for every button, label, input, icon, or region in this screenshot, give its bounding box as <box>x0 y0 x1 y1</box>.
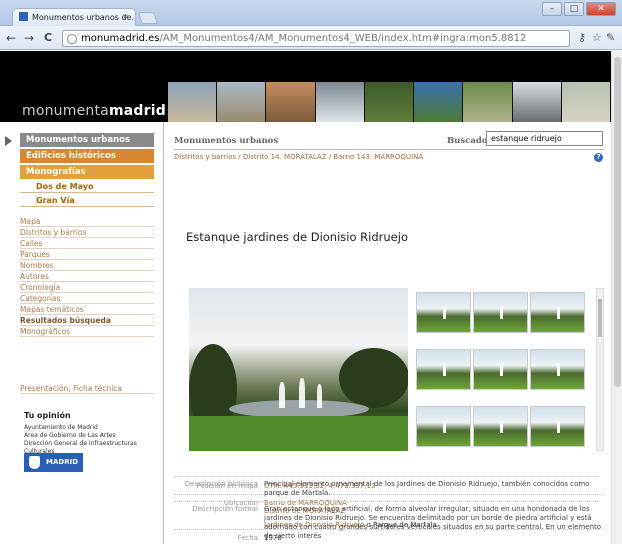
star-icon[interactable]: ☆ <box>592 31 602 44</box>
thumbnail[interactable] <box>530 349 585 390</box>
menu-link-nombres[interactable]: Nombres <box>20 261 154 271</box>
menu-link-cronologia[interactable]: Cronología <box>20 283 154 293</box>
key-icon[interactable]: ⚷ <box>578 31 586 44</box>
header-photo <box>561 82 611 122</box>
madrid-badge-label: MADRID <box>46 458 78 466</box>
thumbnail[interactable] <box>416 292 471 333</box>
section-title: Monumentos urbanos <box>174 136 279 146</box>
formal-value: Gran estanque o lago artificial, de form… <box>264 505 601 540</box>
globe-icon <box>67 34 77 44</box>
browser-toolbar: ← → C monumadrid.es/AM_Monumentos4/AM_Mo… <box>0 26 622 50</box>
logo-light: monumenta <box>22 103 109 119</box>
address-bar[interactable]: monumadrid.es/AM_Monumentos4/AM_Monument… <box>62 30 570 47</box>
help-icon[interactable]: ? <box>594 153 603 162</box>
back-button[interactable]: ← <box>6 31 16 45</box>
header-photo <box>463 82 513 122</box>
maximize-button[interactable]: □ <box>564 2 584 16</box>
photo-tree <box>339 348 408 408</box>
tab-title: Monumentos urbanos de... <box>32 13 136 22</box>
menu-link-categorias[interactable]: Categorías <box>20 294 154 304</box>
favicon-icon <box>19 12 28 21</box>
description-section: Descripción histórica Principal elemento… <box>174 476 601 544</box>
page-scrollbar-thumb[interactable] <box>614 57 621 387</box>
opinion-title[interactable]: Tu opinión <box>24 411 71 420</box>
nav-monumentos-urbanos[interactable]: Monumentos urbanos <box>20 133 154 147</box>
thumbnail[interactable] <box>473 349 528 390</box>
main-photo[interactable] <box>189 288 408 451</box>
menu-link-mapa[interactable]: Mapa <box>20 217 154 227</box>
site-logo[interactable]: monumentamadrid <box>22 103 166 119</box>
page-scrollbar[interactable] <box>611 51 622 544</box>
photo-fountain <box>317 384 322 408</box>
divider <box>174 476 601 477</box>
credit-line: Área de Gobierno de Las Artes <box>24 432 116 439</box>
sub-item-gran-via[interactable]: Gran Vía <box>20 195 154 207</box>
thumbnail[interactable] <box>473 406 528 447</box>
arrow-right-icon <box>5 136 12 146</box>
menu-link-autores[interactable]: Autores <box>20 272 154 282</box>
thumbnail[interactable] <box>530 292 585 333</box>
menu-link-presentacion[interactable]: Presentación, Ficha técnica <box>20 384 154 394</box>
header-photo <box>168 82 218 122</box>
thumbnail[interactable] <box>473 292 528 333</box>
menu-link-calles[interactable]: Calles <box>20 239 154 249</box>
browser-titlebar: Monumentos urbanos de... × – □ ✕ <box>0 0 622 26</box>
nav-edificios-historicos[interactable]: Edificios históricos <box>20 149 154 163</box>
url-path: /AM_Monumentos4/AM_Monumentos4_WEB/index… <box>159 33 527 44</box>
header-photo <box>364 82 415 122</box>
tab-close-icon[interactable]: × <box>122 12 129 21</box>
breadcrumb[interactable]: Distritos y barrios / Distrito 14. MORAT… <box>174 153 423 161</box>
thumbnail-gallery <box>416 288 592 451</box>
photo-fountain <box>279 382 285 408</box>
menu-link-mapas-tematicos[interactable]: Mapas temáticos <box>20 305 154 315</box>
gallery-scrollbar-thumb[interactable] <box>598 299 602 337</box>
url-domain: monumadrid.es <box>81 33 160 44</box>
close-window-button[interactable]: ✕ <box>586 2 616 16</box>
new-tab-button[interactable] <box>137 12 159 24</box>
thumbnail[interactable] <box>416 349 471 390</box>
thumbnail[interactable] <box>530 406 585 447</box>
header-photo <box>512 82 562 122</box>
photo-lawn <box>189 416 408 451</box>
menu-link-distritos[interactable]: Distritos y barrios <box>20 228 154 238</box>
credit-line: Ayuntamiento de Madrid <box>24 424 98 431</box>
menu-link-parques[interactable]: Parques <box>20 250 154 260</box>
gallery-scrollbar[interactable] <box>596 288 604 451</box>
search-input[interactable] <box>486 131 603 146</box>
page-title: Estanque jardines de Dionisio Ridruejo <box>186 230 408 244</box>
header-photo <box>315 82 365 122</box>
window-controls: – □ ✕ <box>542 2 616 16</box>
photo-fountain <box>299 378 305 408</box>
thumbnail[interactable] <box>416 406 471 447</box>
forward-button[interactable]: → <box>24 31 34 45</box>
browser-tab[interactable]: Monumentos urbanos de... × <box>12 8 136 26</box>
header-photo <box>217 82 267 122</box>
sub-item-dos-de-mayo[interactable]: Dos de Mayo <box>20 181 154 193</box>
divider <box>174 501 601 502</box>
madrid-logo-badge[interactable]: MADRID <box>24 453 83 472</box>
sidebar: Monumentos urbanos Edificios históricos … <box>0 122 164 544</box>
site-header: monumentamadrid <box>0 51 611 122</box>
reload-button[interactable]: C <box>44 31 52 45</box>
madrid-crest-icon <box>29 456 40 469</box>
header-photo-strip <box>168 82 611 122</box>
divider <box>174 149 604 150</box>
header-photo <box>266 82 316 122</box>
menu-link-monograficos[interactable]: Monográficos <box>20 327 154 337</box>
minimize-button[interactable]: – <box>542 2 562 16</box>
wrench-icon[interactable]: ✎ <box>606 31 615 44</box>
page: monumentamadrid Monumentos urbanos Edifi… <box>0 51 611 544</box>
logo-bold: madrid <box>108 103 166 119</box>
header-photo <box>414 82 464 122</box>
nav-monografias[interactable]: Monografías <box>20 165 154 179</box>
info-label: Descripción histórica <box>184 480 258 488</box>
hist-value: Principal elemento ornamental de los Jar… <box>264 480 590 497</box>
info-label: Descripción formal <box>192 505 258 513</box>
menu-link-resultados-busqueda[interactable]: Resultados búsqueda <box>20 316 154 326</box>
